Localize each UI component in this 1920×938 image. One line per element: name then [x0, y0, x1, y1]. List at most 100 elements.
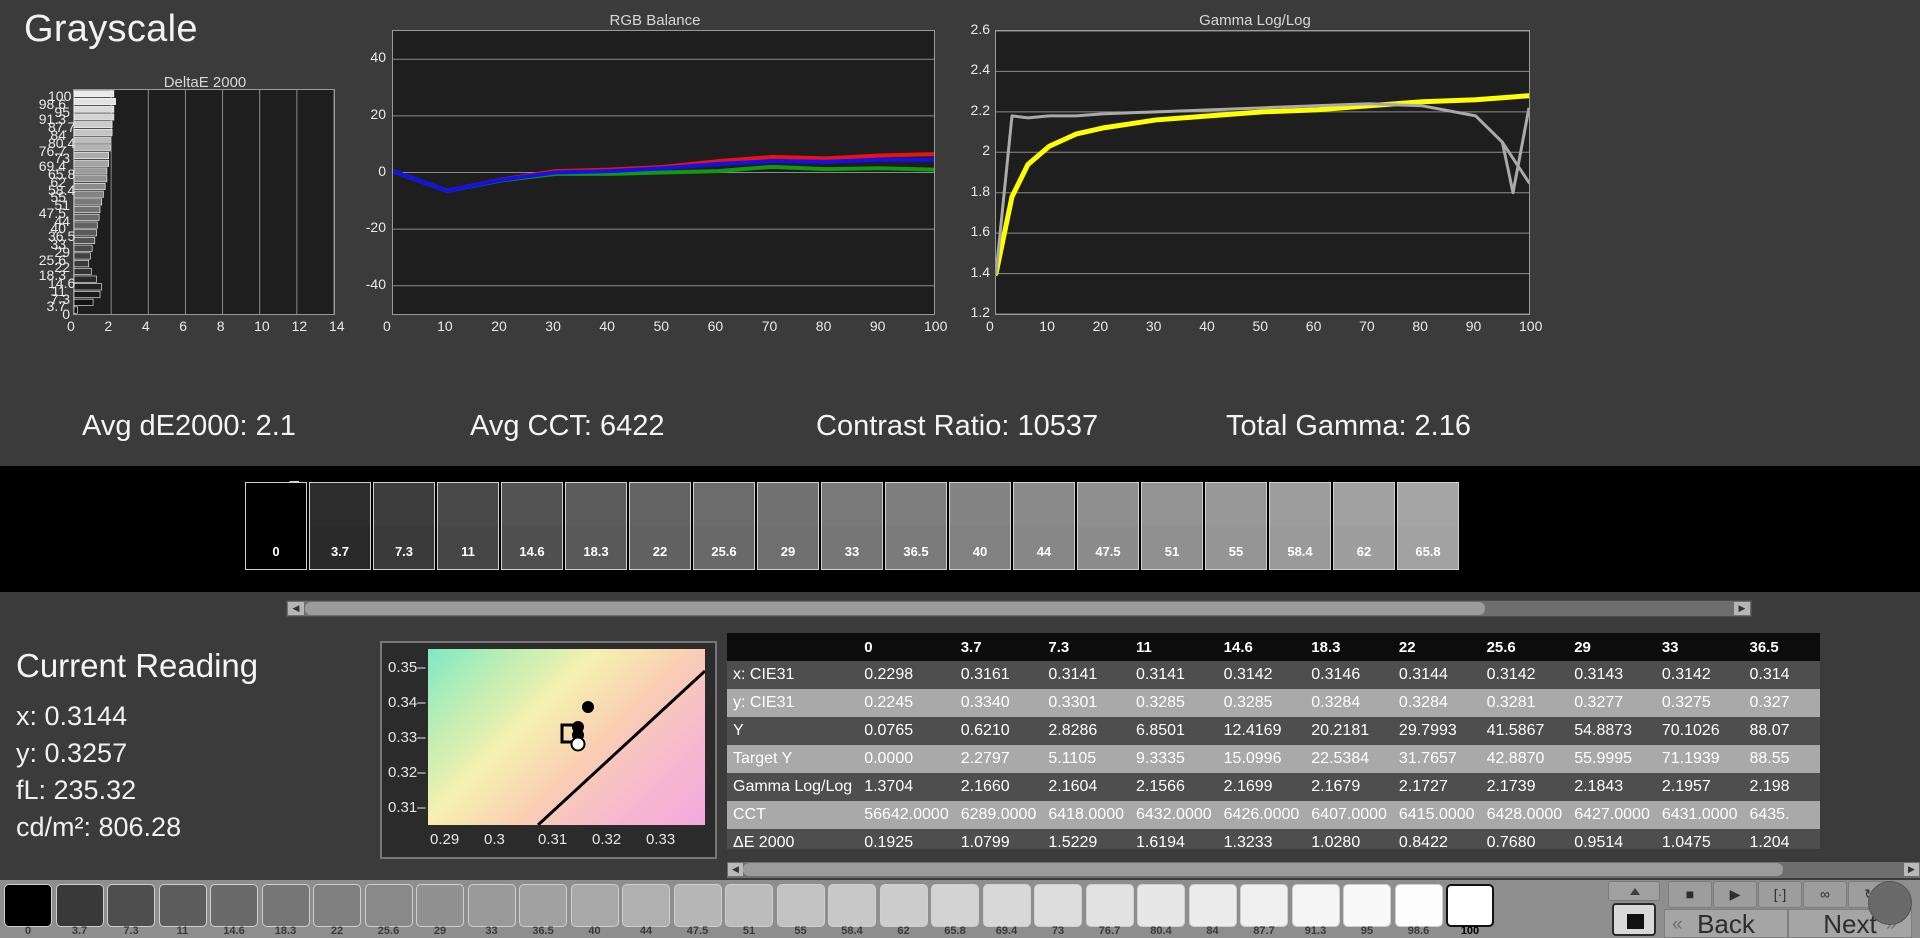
table-column-header[interactable]: 7.3 — [1042, 633, 1130, 661]
stimulus-swatch[interactable] — [262, 884, 310, 927]
stimulus-swatch-label: 3.7 — [56, 925, 104, 937]
stimulus-swatch[interactable] — [468, 884, 516, 927]
table-cell: 0.3301 — [1042, 689, 1130, 717]
table-scroll-left-arrow[interactable]: ◀ — [728, 863, 743, 876]
table-column-header[interactable]: 11 — [1130, 633, 1218, 661]
stimulus-swatch[interactable] — [1137, 884, 1185, 927]
stimulus-swatch[interactable] — [931, 884, 979, 927]
stimulus-swatch[interactable] — [725, 884, 773, 927]
patch-window-button[interactable] — [1612, 903, 1656, 936]
table-column-header[interactable]: 14.6 — [1218, 633, 1306, 661]
table-scrollbar[interactable]: ◀ ▶ — [727, 862, 1920, 878]
stop-button[interactable]: ■ — [1668, 881, 1712, 908]
stimulus-swatch[interactable] — [1446, 884, 1494, 927]
stimulus-swatch[interactable] — [4, 884, 52, 927]
stimulus-swatch[interactable] — [365, 884, 413, 927]
current-reading-fl: fL: 235.32 — [16, 775, 136, 806]
stimulus-swatch[interactable] — [983, 884, 1031, 927]
stimulus-swatch[interactable] — [1343, 884, 1391, 927]
table-row: x: CIE310.22980.31610.31410.31410.31420.… — [727, 661, 1820, 689]
table-column-header[interactable]: 33 — [1656, 633, 1744, 661]
table-column-header[interactable]: 18.3 — [1305, 633, 1393, 661]
settings-round-button[interactable] — [1868, 881, 1912, 925]
table-column-header[interactable]: 29 — [1568, 633, 1656, 661]
gamma-y-tick: 2.4 — [950, 61, 990, 77]
table-cell: 2.1739 — [1481, 773, 1569, 801]
back-button[interactable]: Back — [1664, 909, 1788, 938]
stimulus-swatch[interactable] — [519, 884, 567, 927]
stimulus-swatch[interactable] — [1086, 884, 1134, 927]
patch-level-label: 51 — [1141, 544, 1203, 559]
patch-display-control[interactable] — [1608, 881, 1660, 936]
stimulus-swatch[interactable] — [416, 884, 464, 927]
table-cell: 6431.0000 — [1656, 801, 1744, 829]
cie-y-tick: 0.34– — [388, 694, 426, 711]
stimulus-swatch[interactable] — [1189, 884, 1237, 927]
patch-strip-scrollbar[interactable]: ◀ ▶ — [286, 600, 1752, 617]
table-cell: 0.9514 — [1568, 829, 1656, 849]
cie-svg — [428, 649, 705, 825]
range-button[interactable]: [·] — [1758, 881, 1802, 908]
table-column-header[interactable]: 36.5 — [1743, 633, 1820, 661]
stimulus-swatch[interactable] — [159, 884, 207, 927]
table-row-label: y: CIE31 — [727, 689, 858, 717]
stimulus-swatch-label: 51 — [725, 925, 773, 937]
table-column-header[interactable]: 3.7 — [955, 633, 1043, 661]
stimulus-swatch[interactable] — [210, 884, 258, 927]
stop-icon: ■ — [1669, 882, 1711, 907]
scroll-thumb[interactable] — [305, 602, 1485, 615]
patch-level-label: 47.5 — [1077, 544, 1139, 559]
stimulus-swatch-label: 25.6 — [365, 925, 413, 937]
stimulus-swatch-label: 80.4 — [1137, 925, 1185, 937]
cie-y-tick: 0.35– — [388, 659, 426, 676]
chevron-up-icon — [1630, 888, 1640, 895]
cie-chromaticity-chart[interactable]: 0.35–0.34–0.33–0.32–0.31– 0.290.30.310.3… — [380, 641, 717, 859]
deltae-bar — [74, 284, 102, 290]
scroll-left-arrow[interactable]: ◀ — [288, 602, 304, 615]
gamma-y-tick: 2.6 — [950, 21, 990, 37]
stimulus-swatch[interactable] — [880, 884, 928, 927]
stimulus-swatch[interactable] — [313, 884, 361, 927]
patch-level-label: 18.3 — [565, 544, 627, 559]
stimulus-swatch[interactable] — [674, 884, 722, 927]
cie-y-tick: 0.33– — [388, 729, 426, 746]
deltae-bar — [74, 152, 109, 158]
rgb-plot — [392, 30, 935, 315]
table-cell: 0.0765 — [858, 717, 955, 745]
measurements-table-wrapper[interactable]: 03.77.31114.618.32225.6293336.5 x: CIE31… — [727, 633, 1920, 849]
expand-up-button[interactable] — [1608, 881, 1660, 901]
patch-actual — [1270, 483, 1330, 526]
deltae-x-tick: 12 — [292, 318, 308, 334]
table-cell: 56642.0000 — [858, 801, 955, 829]
stimulus-swatch[interactable] — [622, 884, 670, 927]
rgb-series-blue — [393, 160, 934, 191]
stimulus-swatch[interactable] — [1292, 884, 1340, 927]
deltae-bar — [74, 137, 110, 143]
table-cell: 0.7680 — [1481, 829, 1569, 849]
stimulus-swatch[interactable] — [107, 884, 155, 927]
stimulus-swatch[interactable] — [777, 884, 825, 927]
table-cell: 0.3340 — [955, 689, 1043, 717]
play-button[interactable]: ▶ — [1713, 881, 1757, 908]
table-column-header[interactable]: 22 — [1393, 633, 1481, 661]
play-icon: ▶ — [1714, 882, 1756, 907]
stimulus-swatch[interactable] — [828, 884, 876, 927]
table-column-header[interactable]: 25.6 — [1481, 633, 1569, 661]
table-scroll-right-arrow[interactable]: ▶ — [1904, 863, 1919, 876]
table-cell: 9.3335 — [1130, 745, 1218, 773]
table-column-header[interactable]: 0 — [858, 633, 955, 661]
stimulus-swatch-label: 76.7 — [1086, 925, 1134, 937]
patch-level-label: 29 — [757, 544, 819, 559]
rgb-x-tick: 100 — [924, 318, 947, 334]
loop-button[interactable]: ∞ — [1803, 881, 1847, 908]
stimulus-swatch[interactable] — [1240, 884, 1288, 927]
cie-y-tick: 0.32– — [388, 764, 426, 781]
stimulus-swatch[interactable] — [56, 884, 104, 927]
table-cell: 0.3141 — [1042, 661, 1130, 689]
table-scroll-thumb[interactable] — [743, 863, 1783, 876]
scroll-right-arrow[interactable]: ▶ — [1734, 602, 1750, 615]
stimulus-swatch[interactable] — [1034, 884, 1082, 927]
stimulus-swatch[interactable] — [571, 884, 619, 927]
stimulus-swatch[interactable] — [1395, 884, 1443, 927]
stimulus-swatch-label: 11 — [159, 925, 207, 937]
